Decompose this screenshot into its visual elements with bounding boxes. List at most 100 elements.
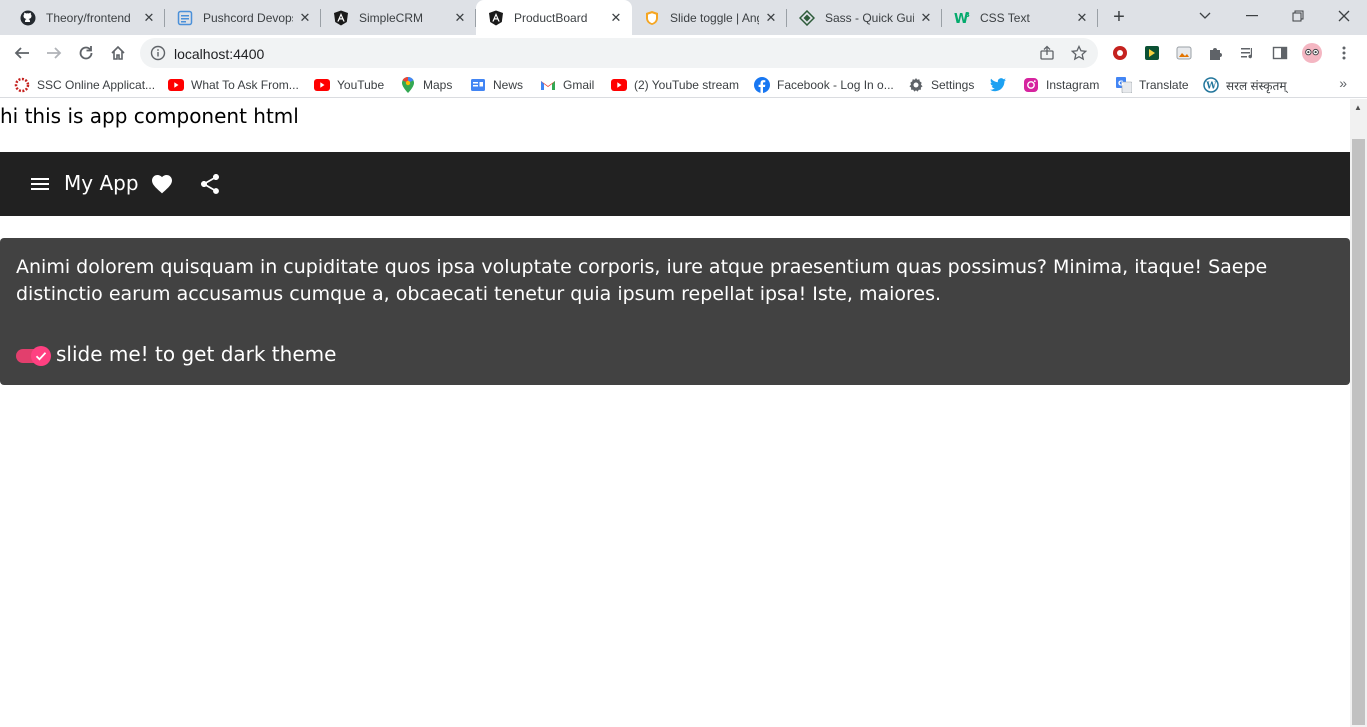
tab-search-button[interactable]	[1182, 0, 1228, 32]
shield-icon	[644, 10, 660, 26]
close-icon[interactable]: ✕	[918, 10, 934, 26]
minimize-button[interactable]	[1229, 0, 1275, 32]
info-icon[interactable]	[150, 45, 166, 61]
tab-title: Pushcord Devops	[203, 10, 293, 25]
document-icon	[177, 10, 193, 26]
close-icon[interactable]: ✕	[1074, 10, 1090, 26]
angular-icon	[333, 10, 349, 26]
tab-title: ProductBoard	[514, 10, 588, 25]
home-button[interactable]	[104, 39, 132, 67]
tab-pushcord-devops[interactable]: Pushcord Devops ✕	[165, 0, 321, 35]
w3-icon: W3	[954, 10, 970, 26]
bookmark-label: (2) YouTube stream	[634, 78, 739, 92]
bookmark-label: What To Ask From...	[191, 78, 299, 92]
bookmark-label: Settings	[931, 78, 975, 92]
close-icon[interactable]: ✕	[141, 10, 157, 26]
reload-button[interactable]	[72, 39, 100, 67]
share-icon[interactable]	[198, 172, 222, 196]
heart-icon[interactable]	[149, 172, 175, 196]
bookmark-settings[interactable]: Settings	[908, 75, 974, 95]
app-toolbar: My App	[0, 152, 1350, 216]
check-icon	[35, 352, 47, 361]
tab-title: Sass - Quick Guide	[825, 10, 914, 25]
close-icon	[1338, 10, 1350, 22]
bookmark-label: Gmail	[563, 78, 595, 92]
bookmark-label: YouTube	[337, 78, 385, 92]
bookmark-news[interactable]: News	[470, 75, 523, 95]
extension-record-icon[interactable]	[1110, 43, 1130, 63]
tab-sass-quick-guide[interactable]: Sass - Quick Guide ✕	[787, 0, 942, 35]
scrollbar-thumb[interactable]	[1352, 139, 1365, 725]
bookmark-sarala-samskritam[interactable]: W सरल संस्कृतम्	[1203, 75, 1287, 95]
page-scrollbar[interactable]: ▲	[1350, 99, 1367, 727]
bookmarks-overflow-button[interactable]: »	[1339, 75, 1347, 91]
star-icon[interactable]	[1070, 44, 1088, 61]
extension-green-icon[interactable]	[1142, 43, 1162, 63]
bookmark-gmail[interactable]: Gmail	[540, 75, 594, 95]
reload-icon	[79, 46, 93, 60]
tab-theory-frontend[interactable]: Theory/frontend ✕	[8, 0, 165, 35]
bookmark-facebook[interactable]: Facebook - Log In o...	[754, 75, 894, 95]
github-icon	[20, 10, 36, 26]
youtube-icon	[314, 77, 330, 93]
bookmark-translate[interactable]: G Translate	[1116, 75, 1189, 95]
app-title: My App	[64, 171, 139, 195]
tab-css-text[interactable]: W3 CSS Text ✕	[942, 0, 1098, 35]
toggle-label[interactable]: slide me! to get dark theme	[56, 342, 336, 366]
url-text: localhost:4400	[174, 46, 265, 62]
youtube-icon	[611, 77, 627, 93]
toggle-thumb	[31, 346, 51, 366]
side-panel-icon[interactable]	[1270, 43, 1290, 63]
tab-simplecrm[interactable]: SimpleCRM ✕	[321, 0, 476, 35]
bookmark-label: Translate	[1139, 78, 1189, 92]
bookmark-label: सरल संस्कृतम्	[1226, 78, 1287, 93]
svg-text:3: 3	[965, 11, 970, 19]
bookmark-maps[interactable]: Maps	[400, 75, 452, 95]
page-viewport: hi this is app component html My App Ani…	[0, 99, 1350, 727]
close-window-button[interactable]	[1321, 0, 1367, 32]
tab-strip: Theory/frontend ✕ Pushcord Devops ✕ Simp…	[0, 0, 1367, 35]
dark-theme-slide-toggle[interactable]	[16, 344, 52, 366]
tab-productboard[interactable]: ProductBoard ✕	[476, 0, 632, 35]
back-button[interactable]	[8, 39, 36, 67]
close-icon[interactable]: ✕	[452, 10, 468, 26]
ssc-icon	[14, 77, 30, 93]
more-menu-icon[interactable]	[1334, 43, 1354, 63]
bookmark-label: Maps	[423, 78, 453, 92]
restore-button[interactable]	[1275, 0, 1321, 32]
bookmark-instagram[interactable]: Instagram	[1023, 75, 1099, 95]
new-tab-button[interactable]: +	[1107, 5, 1131, 29]
wordpress-icon: W	[1203, 77, 1219, 93]
extension-image-icon[interactable]	[1174, 43, 1194, 63]
address-bar[interactable]: localhost:4400	[140, 38, 1098, 68]
chevron-down-icon	[1199, 12, 1211, 19]
tab-title: Slide toggle | Angular Material	[670, 10, 759, 25]
avatar[interactable]	[1302, 43, 1322, 63]
bookmark-label: SSC Online Applicat...	[37, 78, 156, 92]
bookmark-youtube[interactable]: YouTube	[314, 75, 384, 95]
scroll-up-arrow[interactable]: ▲	[1354, 103, 1362, 112]
close-icon[interactable]: ✕	[297, 10, 313, 26]
media-control-icon[interactable]	[1238, 43, 1258, 63]
close-icon[interactable]: ✕	[608, 10, 624, 26]
bookmark-ssc[interactable]: SSC Online Applicat...	[14, 75, 155, 95]
bookmark-label: Instagram	[1046, 78, 1100, 92]
bookmark-twitter[interactable]	[990, 75, 1013, 95]
browser-toolbar: localhost:4400	[0, 35, 1367, 71]
translate-icon: G	[1116, 77, 1132, 93]
youtube-icon	[168, 77, 184, 93]
close-icon[interactable]: ✕	[763, 10, 779, 26]
forward-button[interactable]	[40, 39, 68, 67]
svg-text:G: G	[1118, 80, 1124, 88]
bookmark-what-to-ask[interactable]: What To Ask From...	[168, 75, 299, 95]
menu-icon[interactable]	[28, 172, 52, 196]
content-card: Animi dolorem quisquam in cupiditate quo…	[0, 238, 1350, 385]
minimize-icon	[1246, 15, 1258, 17]
share-icon[interactable]	[1039, 45, 1055, 61]
gmail-icon	[540, 77, 556, 93]
tab-slide-toggle[interactable]: Slide toggle | Angular Material ✕	[632, 0, 787, 35]
svg-text:W: W	[1205, 82, 1217, 92]
tab-title: Theory/frontend	[46, 10, 131, 25]
bookmark-youtube-stream[interactable]: (2) YouTube stream	[611, 75, 739, 95]
puzzle-icon[interactable]	[1206, 43, 1226, 63]
